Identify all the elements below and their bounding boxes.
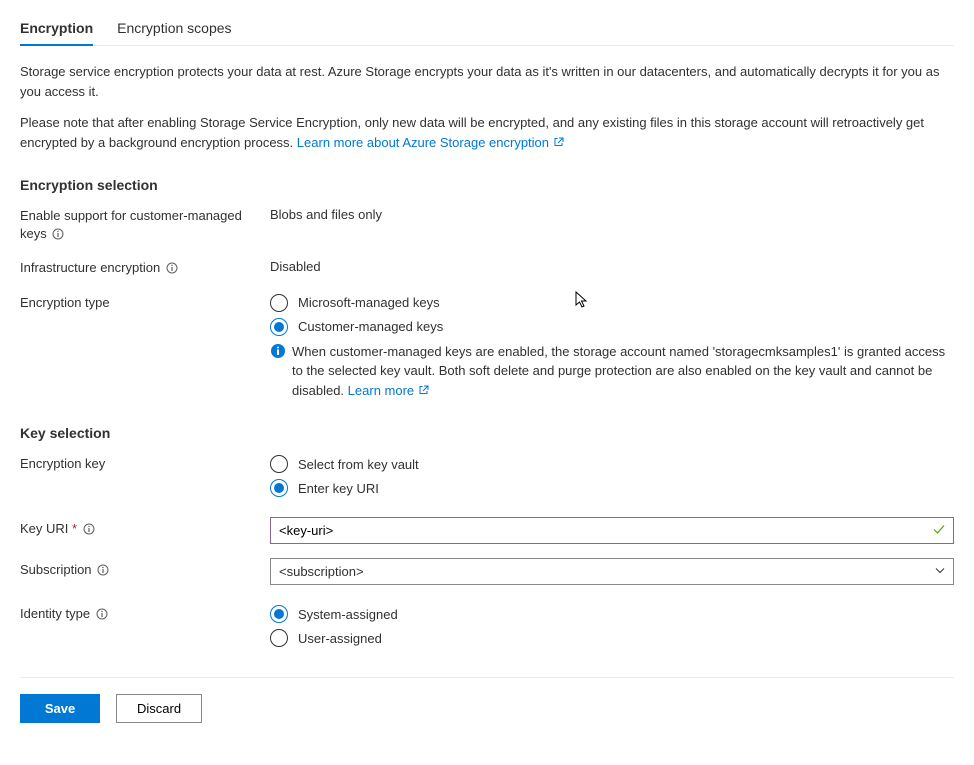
radio-system-assigned[interactable]: System-assigned xyxy=(270,605,954,623)
notice-learn-more-link[interactable]: Learn more xyxy=(348,383,430,398)
radio-select-from-key-vault[interactable]: Select from key vault xyxy=(270,455,954,473)
radio-label: Customer-managed keys xyxy=(298,319,443,334)
info-icon[interactable] xyxy=(166,261,178,279)
description-paragraph-2: Please note that after enabling Storage … xyxy=(20,113,954,153)
section-heading-encryption-selection: Encryption selection xyxy=(20,177,954,193)
discard-button[interactable]: Discard xyxy=(116,694,202,723)
value-infrastructure-encryption: Disabled xyxy=(270,259,954,274)
radio-enter-key-uri[interactable]: Enter key URI xyxy=(270,479,954,497)
radio-icon xyxy=(270,294,288,312)
radio-icon xyxy=(270,455,288,473)
subscription-select[interactable]: <subscription> xyxy=(270,558,954,585)
learn-more-link[interactable]: Learn more about Azure Storage encryptio… xyxy=(297,135,565,150)
value-cmk-support: Blobs and files only xyxy=(270,207,954,222)
cmk-info-notice: When customer-managed keys are enabled, … xyxy=(270,342,954,402)
radio-icon xyxy=(270,318,288,336)
info-filled-icon xyxy=(270,343,286,365)
label-infrastructure-encryption: Infrastructure encryption xyxy=(20,259,270,279)
tab-encryption[interactable]: Encryption xyxy=(20,20,93,46)
label-encryption-type: Encryption type xyxy=(20,294,270,312)
description-paragraph-1: Storage service encryption protects your… xyxy=(20,62,954,101)
radio-user-assigned[interactable]: User-assigned xyxy=(270,629,954,647)
radio-label: User-assigned xyxy=(298,631,382,646)
label-identity-type: Identity type xyxy=(20,605,270,625)
section-heading-key-selection: Key selection xyxy=(20,425,954,441)
footer-actions: Save Discard xyxy=(20,677,954,723)
radio-group-encryption-type: Microsoft-managed keys Customer-managed … xyxy=(270,294,954,402)
label-subscription: Subscription xyxy=(20,561,270,581)
radio-customer-managed-keys[interactable]: Customer-managed keys xyxy=(270,318,954,336)
label-encryption-key: Encryption key xyxy=(20,455,270,473)
radio-icon xyxy=(270,479,288,497)
check-icon xyxy=(932,522,946,539)
radio-label: Microsoft-managed keys xyxy=(298,295,440,310)
radio-group-encryption-key: Select from key vault Enter key URI xyxy=(270,455,954,503)
label-cmk-support: Enable support for customer-managed keys xyxy=(20,207,270,245)
radio-group-identity-type: System-assigned User-assigned xyxy=(270,605,954,653)
radio-microsoft-managed-keys[interactable]: Microsoft-managed keys xyxy=(270,294,954,312)
info-icon[interactable] xyxy=(52,227,64,245)
info-icon[interactable] xyxy=(83,522,95,540)
info-icon[interactable] xyxy=(97,563,109,581)
radio-label: System-assigned xyxy=(298,607,398,622)
external-link-icon xyxy=(553,134,565,154)
tab-bar: Encryption Encryption scopes xyxy=(20,20,954,46)
radio-label: Select from key vault xyxy=(298,457,419,472)
save-button[interactable]: Save xyxy=(20,694,100,723)
radio-icon xyxy=(270,629,288,647)
label-key-uri: Key URI * xyxy=(20,520,270,540)
radio-icon xyxy=(270,605,288,623)
key-uri-input[interactable] xyxy=(270,517,954,544)
required-indicator: * xyxy=(72,521,77,536)
tab-encryption-scopes[interactable]: Encryption scopes xyxy=(117,20,231,45)
external-link-icon xyxy=(418,382,430,402)
info-icon[interactable] xyxy=(96,607,108,625)
radio-label: Enter key URI xyxy=(298,481,379,496)
